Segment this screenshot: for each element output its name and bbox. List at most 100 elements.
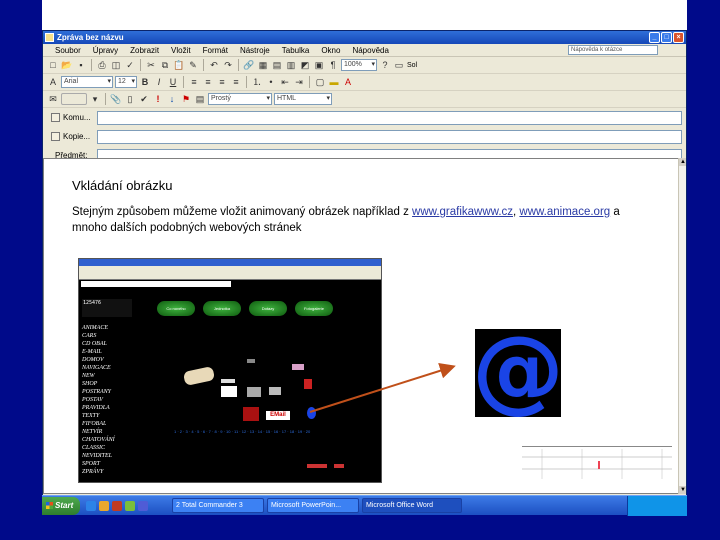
check-names-icon[interactable]: ✔ xyxy=(138,93,150,105)
minimize-button[interactable]: _ xyxy=(649,32,660,43)
system-tray xyxy=(627,495,687,516)
print-icon[interactable]: ⎙ xyxy=(96,59,108,71)
cc-button[interactable]: Kopie... xyxy=(45,132,97,141)
send-icon[interactable]: ✉ xyxy=(47,93,59,105)
paste-icon[interactable]: 📋 xyxy=(173,59,185,71)
menu-upravy[interactable]: Úpravy xyxy=(87,46,124,55)
desktop-icon[interactable] xyxy=(125,500,135,511)
menu-bar: Soubor Úpravy Zobrazit Vložit Formát Nás… xyxy=(43,44,686,57)
document-body[interactable]: Vkládání obrázku Stejným způsobem můžeme… xyxy=(43,158,680,494)
app-icon[interactable] xyxy=(138,500,148,511)
border-icon[interactable]: ▢ xyxy=(314,76,326,88)
undo-icon[interactable]: ↶ xyxy=(208,59,220,71)
justify-icon[interactable]: ≡ xyxy=(230,76,242,88)
read-label[interactable]: Sol xyxy=(407,62,417,69)
format-select[interactable]: Prostý xyxy=(208,93,272,105)
help-search-input[interactable]: Nápověda k otázce xyxy=(568,45,658,55)
at-sign-image[interactable]: @ xyxy=(472,316,564,423)
outdent-icon[interactable]: ⇤ xyxy=(279,76,291,88)
task-word-active[interactable]: Microsoft Office Word xyxy=(362,498,462,513)
doc-map-icon[interactable]: ▣ xyxy=(313,59,325,71)
cc-field[interactable] xyxy=(97,129,682,144)
address-card-icon xyxy=(51,132,60,141)
media-icon[interactable] xyxy=(112,500,122,511)
importance-high-icon[interactable]: ! xyxy=(152,93,164,105)
open-icon[interactable]: 📂 xyxy=(61,59,73,71)
task-total-commander[interactable]: 2 Total Commander 3 xyxy=(172,498,264,513)
read-icon[interactable]: ▭ xyxy=(393,59,405,71)
align-right-icon[interactable]: ≡ xyxy=(216,76,228,88)
to-button[interactable]: Komu... xyxy=(45,113,97,122)
ie-icon[interactable] xyxy=(86,500,96,511)
options-icon[interactable]: ▤ xyxy=(194,93,206,105)
help-icon[interactable]: ? xyxy=(379,59,391,71)
scroll-down-icon[interactable]: ▼ xyxy=(679,486,686,494)
spelling-icon[interactable]: ✓ xyxy=(124,59,136,71)
font-color-icon[interactable]: A xyxy=(342,76,354,88)
window-title: Zpráva bez názvu xyxy=(57,33,124,42)
to-field[interactable] xyxy=(97,110,682,125)
pilcrow-icon[interactable]: ¶ xyxy=(327,59,339,71)
cut-icon[interactable]: ✂ xyxy=(145,59,157,71)
preview-icon[interactable]: ◫ xyxy=(110,59,122,71)
mini-graph-fragment xyxy=(522,446,672,479)
italic-icon[interactable]: I xyxy=(153,76,165,88)
numbering-icon[interactable]: ⒈ xyxy=(251,76,263,88)
close-button[interactable]: × xyxy=(673,32,684,43)
menu-napoveda[interactable]: Nápověda xyxy=(346,46,394,55)
vertical-scrollbar[interactable]: ▲ ▼ xyxy=(678,158,686,494)
font-size-select[interactable]: 12 xyxy=(115,76,137,88)
address-book-icon[interactable]: ▯ xyxy=(124,93,136,105)
address-card-icon xyxy=(51,113,60,122)
attach-icon[interactable]: 📎 xyxy=(110,93,122,105)
start-button[interactable]: Start xyxy=(42,496,80,515)
style-icon[interactable]: A xyxy=(47,76,59,88)
menu-soubor[interactable]: Soubor xyxy=(49,46,87,55)
maximize-button[interactable]: □ xyxy=(661,32,672,43)
zoom-select[interactable]: 100% xyxy=(341,59,377,71)
save-icon[interactable]: ▪ xyxy=(75,59,87,71)
menu-okno[interactable]: Okno xyxy=(315,46,346,55)
scroll-up-icon[interactable]: ▲ xyxy=(679,158,686,166)
format-painter-icon[interactable]: ✎ xyxy=(187,59,199,71)
highlight-icon[interactable]: ▬ xyxy=(328,76,340,88)
menu-format[interactable]: Formát xyxy=(197,46,234,55)
pointer-arrow xyxy=(309,362,456,413)
word-window: Zpráva bez názvu _ □ × Soubor Úpravy Zob… xyxy=(42,30,687,515)
menu-vlozit[interactable]: Vložit xyxy=(165,46,197,55)
at-sign-icon: @ xyxy=(472,316,564,423)
send-label-icon[interactable] xyxy=(61,93,87,105)
outlook-icon[interactable] xyxy=(99,500,109,511)
importance-low-icon[interactable]: ↓ xyxy=(166,93,178,105)
bold-icon[interactable]: B xyxy=(139,76,151,88)
indent-icon[interactable]: ⇥ xyxy=(293,76,305,88)
quick-launch xyxy=(86,500,148,511)
menu-zobrazit[interactable]: Zobrazit xyxy=(124,46,165,55)
align-left-icon[interactable]: ≡ xyxy=(188,76,200,88)
task-powerpoint[interactable]: Microsoft PowerPoin... xyxy=(267,498,359,513)
slide-bottom-border xyxy=(0,515,720,540)
bullets-icon[interactable]: • xyxy=(265,76,277,88)
copy-icon[interactable]: ⧉ xyxy=(159,59,171,71)
redo-icon[interactable]: ↷ xyxy=(222,59,234,71)
html-select[interactable]: HTML xyxy=(274,93,332,105)
menu-nastroje[interactable]: Nástroje xyxy=(234,46,276,55)
new-icon[interactable]: □ xyxy=(47,59,59,71)
underline-icon[interactable]: U xyxy=(167,76,179,88)
flag-icon[interactable]: ⚑ xyxy=(180,93,192,105)
email-toolbar: ✉ ▾ 📎 ▯ ✔ ! ↓ ⚑ ▤ Prostý HTML xyxy=(43,91,686,108)
standard-toolbar: □ 📂 ▪ ⎙ ◫ ✓ ✂ ⧉ 📋 ✎ ↶ ↷ 🔗 ▦ ▤ ▥ ◩ ▣ ¶ 10… xyxy=(43,57,686,74)
font-name-select[interactable]: Arial xyxy=(61,76,113,88)
excel-icon[interactable]: ▤ xyxy=(271,59,283,71)
hyperlink-icon[interactable]: 🔗 xyxy=(243,59,255,71)
slide-right-border xyxy=(687,0,720,540)
table-icon[interactable]: ▦ xyxy=(257,59,269,71)
align-center-icon[interactable]: ≡ xyxy=(202,76,214,88)
title-bar[interactable]: Zpráva bez názvu _ □ × xyxy=(43,31,686,44)
columns-icon[interactable]: ▥ xyxy=(285,59,297,71)
window-icon xyxy=(45,33,54,42)
drawing-icon[interactable]: ◩ xyxy=(299,59,311,71)
windows-flag-icon xyxy=(46,502,53,509)
menu-tabulka[interactable]: Tabulka xyxy=(276,46,316,55)
accounts-icon[interactable]: ▾ xyxy=(89,93,101,105)
